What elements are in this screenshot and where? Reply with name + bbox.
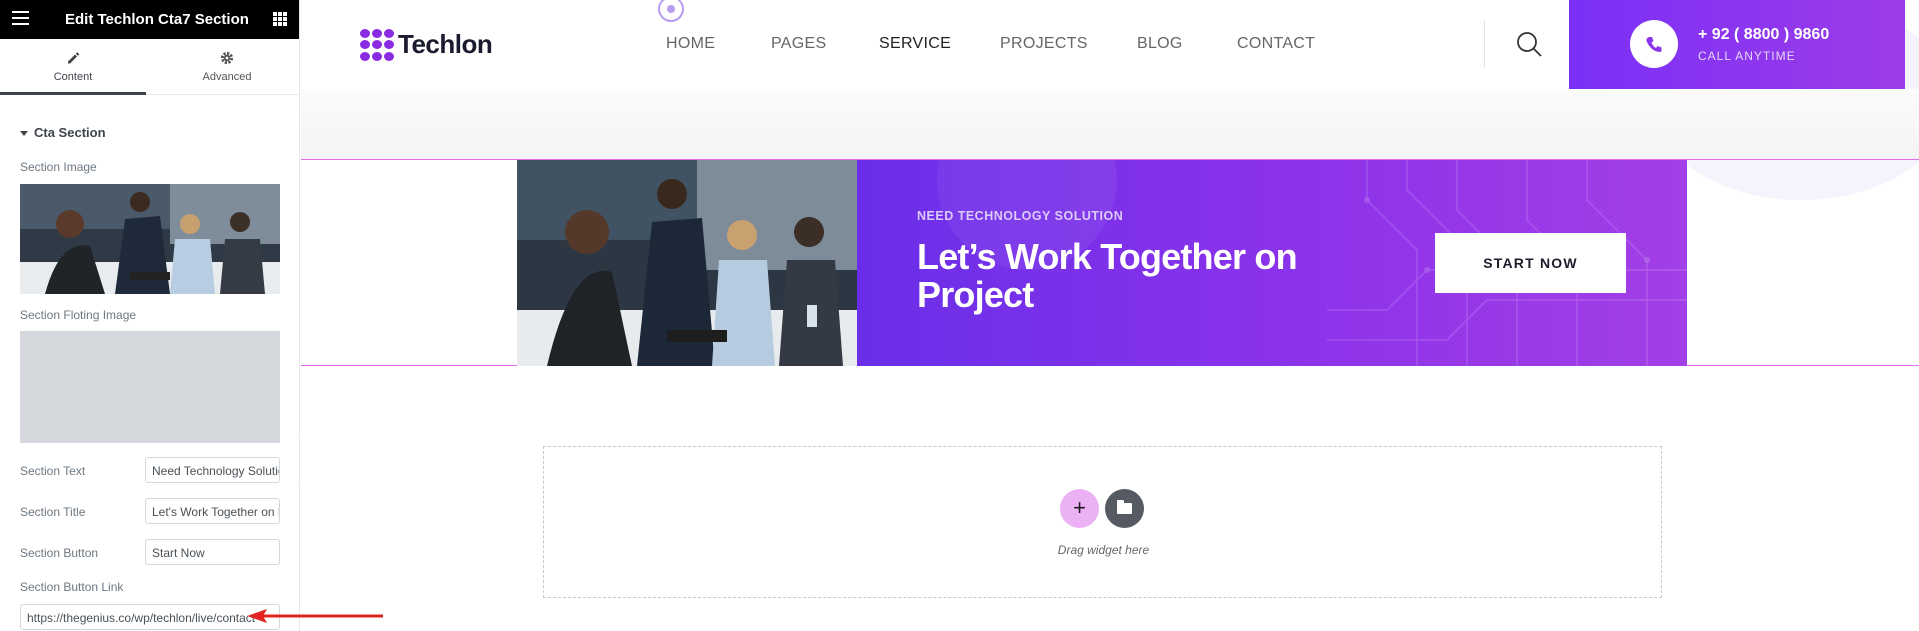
preview-canvas: Techlon HOME PAGES SERVICE PROJECTS BLOG…	[301, 0, 1919, 631]
panel-tabs: Content Advanced	[0, 39, 299, 95]
section-toggle[interactable]: Cta Section	[20, 125, 106, 140]
section-button-link-label: Section Button Link	[20, 580, 124, 594]
nav-item-service[interactable]: SERVICE	[879, 35, 951, 53]
template-library-button[interactable]	[1105, 489, 1144, 528]
section-text-label: Section Text	[20, 464, 86, 478]
hero-background-band	[301, 89, 1919, 159]
cta-eyebrow: NEED TECHNOLOGY SOLUTION	[917, 209, 1124, 223]
cta-title: Let’s Work Together on Project	[917, 236, 1298, 315]
caret-down-icon	[20, 131, 28, 137]
nav-item-pages[interactable]: PAGES	[771, 35, 826, 53]
hamburger-menu-icon[interactable]	[12, 11, 30, 27]
meeting-photo	[517, 160, 857, 366]
site-header: Techlon HOME PAGES SERVICE PROJECTS BLOG…	[301, 0, 1919, 200]
red-arrow-annotation	[247, 609, 383, 623]
tab-advanced-label: Advanced	[202, 71, 252, 83]
phone-icon	[1630, 20, 1678, 68]
header-divider	[1484, 20, 1485, 68]
cta-panel: NEED TECHNOLOGY SOLUTION Let’s Work Toge…	[857, 160, 1687, 366]
editor-sidebar: Edit Techlon Cta7 Section Content Advanc…	[0, 0, 300, 631]
nav-item-projects[interactable]: PROJECTS	[1000, 35, 1088, 53]
tab-content-label: Content	[53, 71, 93, 83]
nav-indicator-dot	[658, 0, 684, 22]
cta-section-image	[517, 160, 857, 366]
logo-dots-icon	[360, 29, 396, 61]
floating-image-picker[interactable]	[20, 331, 280, 443]
meeting-photo-thumbnail	[20, 184, 280, 294]
section-image-label: Section Image	[20, 160, 97, 174]
logo-text: Techlon	[398, 29, 493, 59]
phone-number: + 92 ( 8800 ) 9860	[1698, 26, 1830, 43]
add-section-button[interactable]: +	[1060, 489, 1099, 528]
pencil-icon	[0, 51, 146, 67]
panel-title: Edit Techlon Cta7 Section	[65, 11, 249, 28]
section-button-label: Section Button	[20, 546, 99, 560]
tab-content[interactable]: Content	[0, 39, 146, 95]
section-button-link-input[interactable]: https://thegenius.co/wp/techlon/live/con…	[20, 604, 280, 630]
floating-image-label: Section Floting Image	[20, 308, 137, 322]
tab-advanced[interactable]: Advanced	[154, 39, 299, 95]
phone-caption: CALL ANYTIME	[1698, 49, 1796, 63]
search-icon[interactable]	[1515, 30, 1543, 58]
section-title-label: Section Title	[20, 505, 86, 519]
nav-item-contact[interactable]: CONTACT	[1237, 35, 1315, 53]
nav-item-blog[interactable]: BLOG	[1137, 35, 1183, 53]
section-text-input[interactable]: Need Technology Solution	[145, 457, 280, 483]
widget-drop-zone[interactable]: + Drag widget here	[543, 446, 1662, 598]
gear-icon	[154, 51, 299, 67]
start-now-button[interactable]: START NOW	[1435, 233, 1626, 293]
sidebar-header: Edit Techlon Cta7 Section	[0, 0, 299, 39]
widgets-grid-icon[interactable]	[273, 12, 287, 26]
section-image-picker[interactable]	[20, 184, 280, 294]
editor-root: Edit Techlon Cta7 Section Content Advanc…	[0, 0, 1919, 631]
section-button-input[interactable]: Start Now	[145, 539, 280, 565]
nav-item-home[interactable]: HOME	[666, 35, 715, 53]
folder-icon	[1117, 500, 1132, 514]
call-block[interactable]: + 92 ( 8800 ) 9860 CALL ANYTIME	[1569, 0, 1905, 89]
section-title-input[interactable]: Let's Work Together on Project	[145, 498, 280, 524]
drop-zone-hint: Drag widget here	[1057, 543, 1150, 557]
section-title: Cta Section	[34, 125, 106, 140]
